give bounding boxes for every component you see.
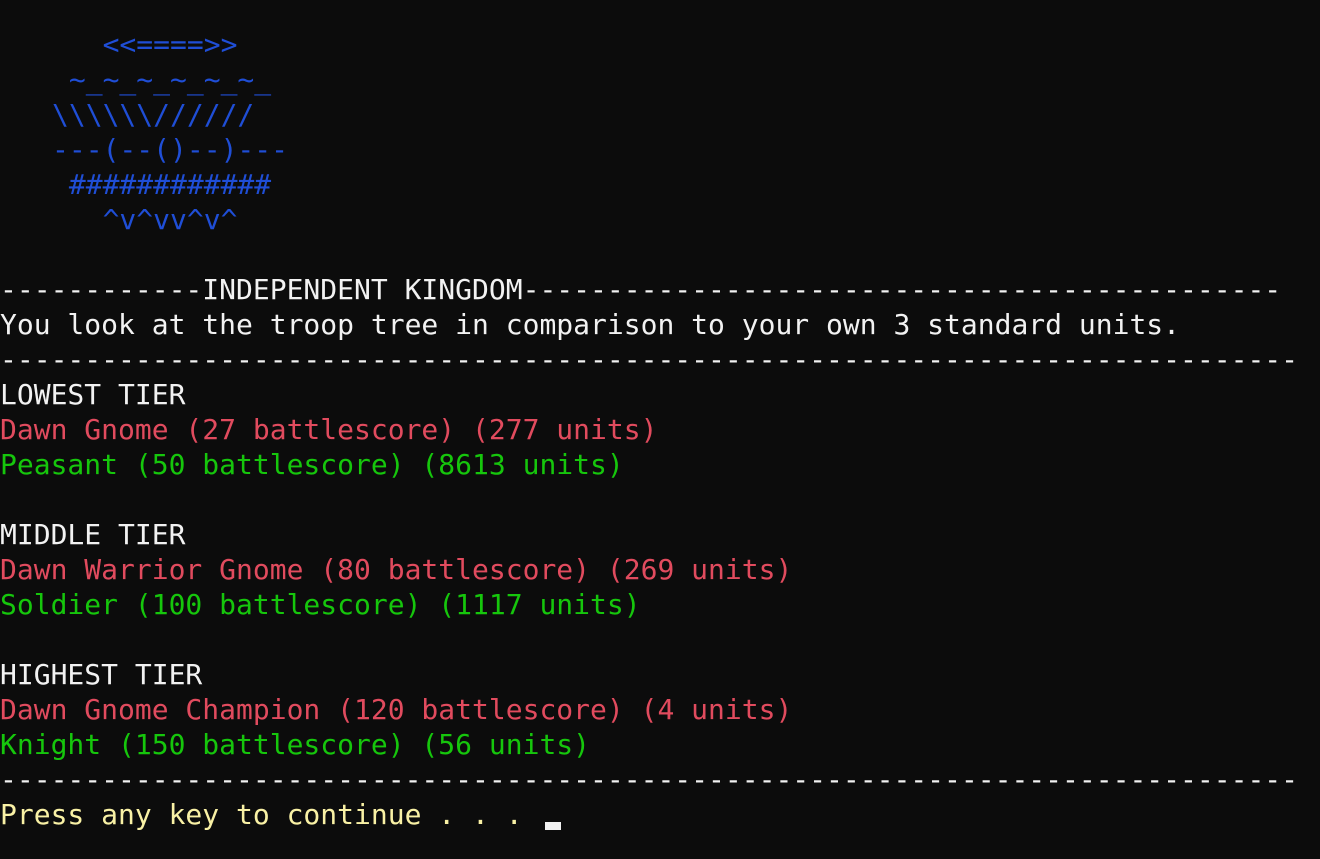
continue-prompt: Press any key to continue . . . — [0, 798, 523, 831]
separator-top: ----------------------------------------… — [0, 343, 1299, 376]
own-unit-middle: Soldier (100 battlescore) (1117 units) — [0, 588, 641, 621]
ascii-art-line-5: ############ — [52, 168, 272, 201]
tier-title-highest: HIGHEST TIER — [0, 658, 203, 691]
own-unit-lowest: Peasant (50 battlescore) (8613 units) — [0, 448, 624, 481]
own-unit-highest: Knight (150 battlescore) (56 units) — [0, 728, 591, 761]
enemy-unit-highest: Dawn Gnome Champion (120 battlescore) (4… — [0, 693, 793, 726]
ascii-art-line-4: ---(--()--)--- — [52, 133, 289, 166]
terminal-window[interactable]: <<====>> ~_~_~_~_~_~_ \\\\\\////// ---(-… — [0, 0, 1320, 859]
ascii-art-line-3: \\\\\\////// — [52, 98, 255, 131]
tier-title-middle: MIDDLE TIER — [0, 518, 186, 551]
kingdom-header: ------------INDEPENDENT KINGDOM---------… — [0, 273, 1282, 306]
tier-title-lowest: LOWEST TIER — [0, 378, 186, 411]
enemy-unit-middle: Dawn Warrior Gnome (80 battlescore) (269… — [0, 553, 793, 586]
intro-text: You look at the troop tree in comparison… — [0, 308, 1181, 341]
ascii-art-line-2: ~_~_~_~_~_~_ — [52, 63, 272, 96]
ascii-art-line-6: ^v^vv^v^ — [52, 203, 238, 236]
separator-bottom: ----------------------------------------… — [0, 763, 1299, 796]
text-cursor — [545, 822, 561, 830]
enemy-unit-lowest: Dawn Gnome (27 battlescore) (277 units) — [0, 413, 658, 446]
ascii-art-line-1: <<====>> — [52, 28, 238, 61]
